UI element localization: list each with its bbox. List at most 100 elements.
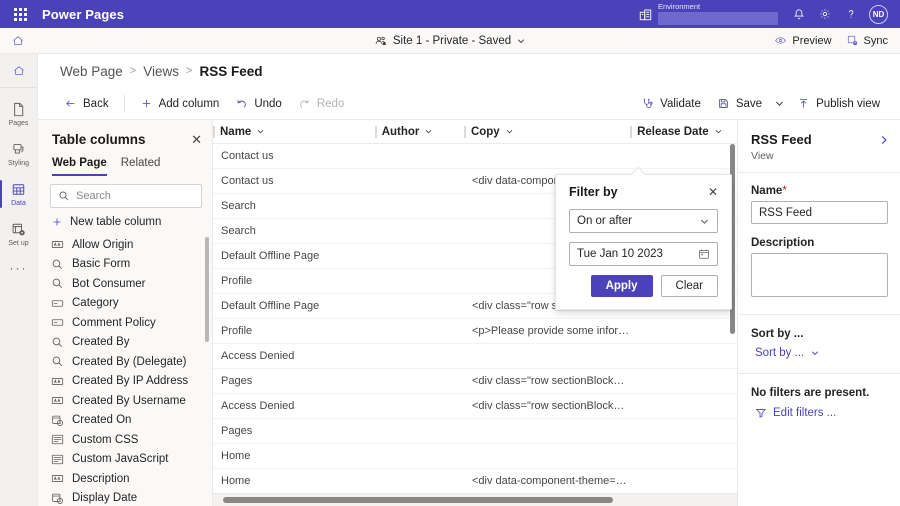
list-item[interactable]: Allow Origin <box>41 235 212 255</box>
chevron-down-icon[interactable] <box>256 127 265 136</box>
chevron-down-icon[interactable] <box>505 127 514 136</box>
search-input[interactable] <box>76 190 218 202</box>
table-row[interactable]: Access Denied <box>213 344 737 369</box>
properties-fields: Name* Description <box>738 173 900 315</box>
tab-related[interactable]: Related <box>121 157 161 176</box>
column-header-copy[interactable]: Copy <box>463 120 630 144</box>
close-icon[interactable]: ✕ <box>708 186 718 198</box>
cell-name: Access Denied <box>221 350 295 362</box>
list-item-label: Created On <box>72 414 132 427</box>
columns-search-box[interactable] <box>50 184 246 208</box>
help-icon[interactable] <box>838 1 864 27</box>
chevron-down-icon[interactable] <box>714 127 723 136</box>
calendar-icon[interactable] <box>698 248 710 260</box>
list-item[interactable]: Description <box>41 469 212 489</box>
column-header-release-date[interactable]: Release Date <box>630 120 737 144</box>
home-icon[interactable] <box>0 28 36 54</box>
waffle-icon[interactable] <box>8 2 32 26</box>
table-row[interactable]: Pages <box>213 419 737 444</box>
tab-web-page[interactable]: Web Page <box>52 157 107 176</box>
chevron-down-icon[interactable] <box>424 127 433 136</box>
breadcrumb-item-web-page[interactable]: Web Page <box>60 64 123 79</box>
table-row[interactable]: Home <div data-component-theme="portalTh… <box>213 469 737 493</box>
cell-name: Contact us <box>221 150 274 162</box>
description-textarea[interactable] <box>751 253 888 297</box>
breadcrumb-item-views[interactable]: Views <box>143 64 179 79</box>
filters-section: No filters are present. Edit filters ... <box>738 374 900 433</box>
filter-operator-select[interactable]: On or after <box>569 209 718 233</box>
publish-view-button[interactable]: Publish view <box>789 93 888 114</box>
apply-button[interactable]: Apply <box>590 275 653 297</box>
cell-name: Search <box>221 200 256 212</box>
table-row[interactable]: Home <box>213 444 737 469</box>
rail-home-icon[interactable] <box>0 58 38 84</box>
column-header-name[interactable]: Name <box>213 120 375 144</box>
environment-picker[interactable]: Environment <box>658 3 778 26</box>
bell-icon[interactable] <box>786 1 812 27</box>
sort-by-dropdown[interactable]: Sort by ... <box>751 347 888 359</box>
buildings-icon[interactable] <box>632 1 658 27</box>
sync-button[interactable]: Sync <box>846 34 888 47</box>
sidebar-item-pages[interactable]: Pages <box>0 94 38 134</box>
lookup-icon <box>51 258 64 271</box>
gear-icon[interactable] <box>812 1 838 27</box>
rail-overflow-button[interactable]: ··· <box>0 254 38 282</box>
description-field-label: Description <box>751 237 815 249</box>
list-item[interactable]: Custom CSS <box>41 430 212 450</box>
save-options-chevron[interactable] <box>770 94 789 113</box>
avatar[interactable]: ND <box>869 4 888 24</box>
grid-body[interactable]: Contact us Contact us <div data-componen… <box>213 144 737 493</box>
list-item[interactable]: Display Date <box>41 489 212 506</box>
list-item[interactable]: Created By Username <box>41 391 212 411</box>
grid-horizontal-scrollbar-track[interactable] <box>213 493 737 506</box>
chevron-down-icon <box>810 348 820 358</box>
preview-button[interactable]: Preview <box>774 34 832 47</box>
validate-button[interactable]: Validate <box>633 93 709 114</box>
sidebar-item-data[interactable]: Data <box>0 174 38 214</box>
save-button[interactable]: Save <box>709 93 770 114</box>
sync-icon <box>846 34 859 47</box>
add-column-button[interactable]: Add column <box>132 93 228 114</box>
list-item-label: Bot Consumer <box>72 277 146 290</box>
new-table-column-button[interactable]: New table column <box>38 208 212 235</box>
chevron-down-icon[interactable] <box>516 36 526 46</box>
chevron-right-icon[interactable] <box>878 134 890 146</box>
list-item[interactable]: Basic Form <box>41 255 212 275</box>
edit-filters-button[interactable]: Edit filters ... <box>751 407 888 419</box>
list-item[interactable]: Created By <box>41 333 212 353</box>
table-row[interactable]: Access Denied <div class="row sectionBlo… <box>213 394 737 419</box>
undo-button[interactable]: Undo <box>227 93 290 114</box>
list-item[interactable]: Category <box>41 294 212 314</box>
sidebar-item-label: Set up <box>8 240 29 247</box>
save-icon <box>717 97 730 110</box>
table-row[interactable]: Contact us <box>213 144 737 169</box>
environment-value-redacted[interactable] <box>658 12 778 26</box>
datetime-icon <box>51 492 64 505</box>
sidebar-item-set-up[interactable]: Set up <box>0 214 38 254</box>
validate-label: Validate <box>660 97 701 110</box>
clear-button[interactable]: Clear <box>660 275 718 297</box>
back-button[interactable]: Back <box>56 93 117 114</box>
name-input[interactable] <box>751 201 888 224</box>
filter-date-input[interactable]: Tue Jan 10 2023 <box>569 242 718 266</box>
redo-button[interactable]: Redo <box>290 93 353 114</box>
columns-list-scrollbar[interactable] <box>205 237 209 342</box>
sidebar-item-styling[interactable]: Styling <box>0 134 38 174</box>
table-row[interactable]: Profile <p>Please provide some informati… <box>213 319 737 344</box>
content-area: Web Page > Views > RSS Feed Back Add col… <box>38 54 900 506</box>
list-item[interactable]: Created On <box>41 411 212 431</box>
lookup-icon <box>51 355 64 368</box>
list-item[interactable]: Bot Consumer <box>41 274 212 294</box>
lookup-icon <box>51 336 64 349</box>
site-selector[interactable]: Site 1 - Private - Saved <box>0 34 900 48</box>
close-icon[interactable]: ✕ <box>191 133 202 146</box>
list-item[interactable]: Created By IP Address <box>41 372 212 392</box>
site-bar-actions: Preview Sync <box>774 34 900 47</box>
list-item[interactable]: Created By (Delegate) <box>41 352 212 372</box>
table-row[interactable]: Pages <div class="row sectionBlockLayout… <box>213 369 737 394</box>
list-item[interactable]: Custom JavaScript <box>41 450 212 470</box>
list-item[interactable]: Comment Policy <box>41 313 212 333</box>
grid-horizontal-scrollbar[interactable] <box>223 497 613 503</box>
table-columns-list[interactable]: Allow Origin Basic Form Bot Consumer Cat… <box>38 235 212 506</box>
column-header-author[interactable]: Author <box>374 120 464 144</box>
